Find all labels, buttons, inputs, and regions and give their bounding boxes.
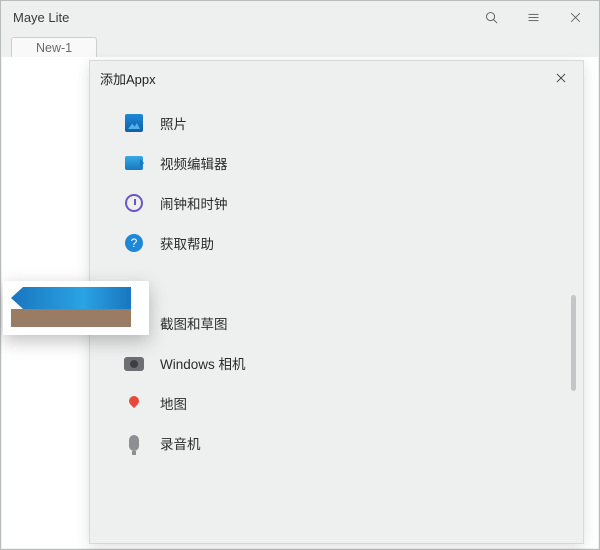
list-item-label: 闹钟和时钟 [160,193,228,213]
list-item-video-editor[interactable]: 视频编辑器 [96,143,577,183]
list-item-label: 视频编辑器 [160,153,228,173]
window-title: Maye Lite [9,10,73,25]
appx-list: 照片 视频编辑器 闹钟和时钟 ? 获取帮助 [96,95,577,469]
list-item-windows-camera[interactable]: Windows 相机 [96,343,577,383]
titlebar: Maye Lite [1,1,599,33]
dialog-body: 照片 视频编辑器 闹钟和时钟 ? 获取帮助 [96,95,577,537]
list-item-photos[interactable]: 照片 [96,103,577,143]
menu-icon[interactable] [517,3,549,31]
list-item-alarms-clock[interactable]: 闹钟和时钟 [96,183,577,223]
list-item-label: Windows 相机 [160,353,246,373]
list-item-voice-recorder[interactable]: 录音机 [96,423,577,463]
titlebar-controls [475,3,591,31]
map-icon [124,393,144,413]
dialog-title: 添加Appx [100,69,156,88]
tab-new-1[interactable]: New-1 [11,37,97,57]
list-item-maps[interactable]: 地图 [96,383,577,423]
highlight-shape-top [11,287,131,309]
help-icon: ? [124,233,144,253]
search-icon[interactable] [475,3,507,31]
close-icon[interactable] [549,66,573,90]
list-item-label: 照片 [160,113,187,133]
clock-icon [124,193,144,213]
highlight-shape-bottom [11,309,131,327]
list-item-label: 地图 [160,393,187,413]
list-item-label: 截图和草图 [160,313,228,333]
tabstrip: New-1 [1,33,599,57]
app-window: Maye Lite New-1 添加Appx [0,0,600,550]
list-item-get-help[interactable]: ? 获取帮助 [96,223,577,263]
tab-label: New-1 [36,41,72,55]
highlight-overlay [3,281,149,335]
scrollbar-thumb[interactable] [571,295,576,391]
dialog-header: 添加Appx [90,61,583,95]
add-appx-dialog: 添加Appx 照片 视频编辑器 闹钟和时钟 [89,60,584,544]
list-item-label: 录音机 [160,433,201,453]
list-item-label: 获取帮助 [160,233,214,253]
list-item-obscured[interactable] [96,263,577,303]
list-item-snip-sketch[interactable]: 截图和草图 [96,303,577,343]
video-icon [124,153,144,173]
camera-icon [124,353,144,373]
photos-icon [124,113,144,133]
close-window-icon[interactable] [559,3,591,31]
mic-icon [124,433,144,453]
